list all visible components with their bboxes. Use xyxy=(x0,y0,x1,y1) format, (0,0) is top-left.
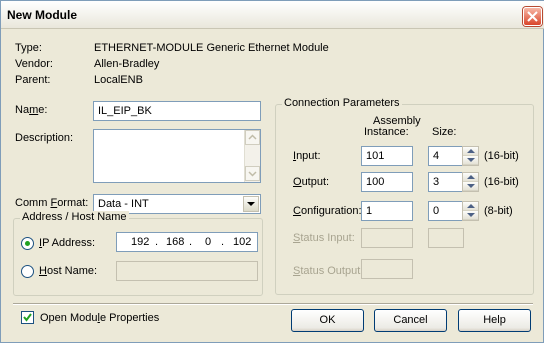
ip-address-field[interactable]: 192 . 168 . 0 . 102 xyxy=(116,232,258,252)
ip-dot-1: . xyxy=(155,236,159,248)
new-module-dialog: New Module Type: ETHERNET-MODULE Generic… xyxy=(0,0,544,343)
input-size-field[interactable]: 4 xyxy=(428,146,464,166)
input-instance-field[interactable]: 101 xyxy=(361,146,413,166)
spin-up-button[interactable] xyxy=(463,173,478,182)
spin-up-icon xyxy=(467,149,475,153)
scroll-up-icon xyxy=(248,134,257,140)
close-icon xyxy=(527,11,538,22)
spin-down-icon xyxy=(467,213,475,217)
input-size-unit: (16-bit) xyxy=(484,150,519,162)
ip-address-label: IP Address: xyxy=(39,237,96,249)
spin-down-icon xyxy=(467,158,475,162)
input-size-spinner[interactable] xyxy=(462,146,479,166)
instance-header: Instance: xyxy=(364,126,409,138)
input-label: Input: xyxy=(293,150,321,162)
parent-label: Parent: xyxy=(15,74,51,86)
configuration-size-spinner[interactable] xyxy=(462,201,479,221)
host-name-field[interactable] xyxy=(116,261,258,281)
output-size-spinner[interactable] xyxy=(462,172,479,192)
address-group xyxy=(13,218,263,296)
configuration-label: Configuration: xyxy=(293,205,362,217)
title-bar[interactable]: New Module xyxy=(1,1,544,29)
output-size-field[interactable]: 3 xyxy=(428,172,464,192)
comm-format-label: Comm Format: xyxy=(15,197,89,209)
scroll-up-button[interactable] xyxy=(245,130,260,145)
checkmark-icon xyxy=(23,313,32,322)
status-input-size-field xyxy=(428,228,464,248)
output-size-unit: (16-bit) xyxy=(484,176,519,188)
type-value: ETHERNET-MODULE Generic Ethernet Module xyxy=(94,42,329,54)
comm-format-value: Data - INT xyxy=(98,198,149,210)
address-group-title: Address / Host Name xyxy=(20,211,129,223)
spin-down-button[interactable] xyxy=(463,156,478,165)
size-header: Size: xyxy=(432,126,457,138)
spin-down-button[interactable] xyxy=(463,211,478,220)
spin-down-button[interactable] xyxy=(463,182,478,191)
open-module-properties-label: Open Module Properties xyxy=(40,312,160,324)
status-output-label: Status Output: xyxy=(293,265,364,277)
open-module-properties-checkbox[interactable] xyxy=(21,311,34,324)
footer-separator xyxy=(13,303,533,305)
radio-selected-dot xyxy=(25,241,30,246)
spin-up-icon xyxy=(467,204,475,208)
ip-dot-2: . xyxy=(189,236,193,248)
ip-octet-1[interactable]: 192 xyxy=(131,236,149,248)
help-button[interactable]: Help xyxy=(458,309,531,332)
ip-octet-2[interactable]: 168 xyxy=(166,236,184,248)
spin-down-icon xyxy=(467,184,475,188)
comm-format-dropdown-button[interactable] xyxy=(243,196,259,212)
ip-octet-4[interactable]: 102 xyxy=(233,236,251,248)
status-input-label: Status Input: xyxy=(293,232,355,244)
description-scrollbar[interactable] xyxy=(244,130,260,182)
scroll-down-button[interactable] xyxy=(245,166,260,181)
vendor-value: Allen-Bradley xyxy=(94,58,160,70)
connection-parameters-title: Connection Parameters xyxy=(282,97,402,109)
name-label: Name: xyxy=(15,104,48,116)
name-field[interactable]: IL_EIP_BK xyxy=(93,101,261,121)
spin-up-button[interactable] xyxy=(463,147,478,156)
type-label: Type: xyxy=(15,42,42,54)
dropdown-arrow-icon xyxy=(247,202,255,206)
ip-address-radio[interactable] xyxy=(21,237,34,250)
scroll-down-icon xyxy=(248,171,257,177)
configuration-size-unit: (8-bit) xyxy=(484,205,513,217)
ip-dot-3: . xyxy=(221,236,225,248)
window-title: New Module xyxy=(7,8,78,22)
ip-octet-3[interactable]: 0 xyxy=(205,236,211,248)
configuration-instance-field[interactable]: 1 xyxy=(361,201,413,221)
host-name-label: Host Name: xyxy=(39,265,98,277)
close-button[interactable] xyxy=(523,7,542,26)
ok-button[interactable]: OK xyxy=(291,309,364,332)
parent-value: LocalENB xyxy=(94,74,143,86)
description-field[interactable] xyxy=(93,129,261,183)
output-label: Output: xyxy=(293,176,330,188)
spin-up-button[interactable] xyxy=(463,202,478,211)
vendor-label: Vendor: xyxy=(15,58,53,70)
status-output-instance-field xyxy=(361,259,413,279)
spin-up-icon xyxy=(467,175,475,179)
host-name-radio[interactable] xyxy=(21,265,34,278)
output-instance-field[interactable]: 100 xyxy=(361,172,413,192)
description-label: Description: xyxy=(15,132,74,144)
status-input-instance-field xyxy=(361,228,413,248)
cancel-button[interactable]: Cancel xyxy=(374,309,447,332)
configuration-size-field[interactable]: 0 xyxy=(428,201,464,221)
